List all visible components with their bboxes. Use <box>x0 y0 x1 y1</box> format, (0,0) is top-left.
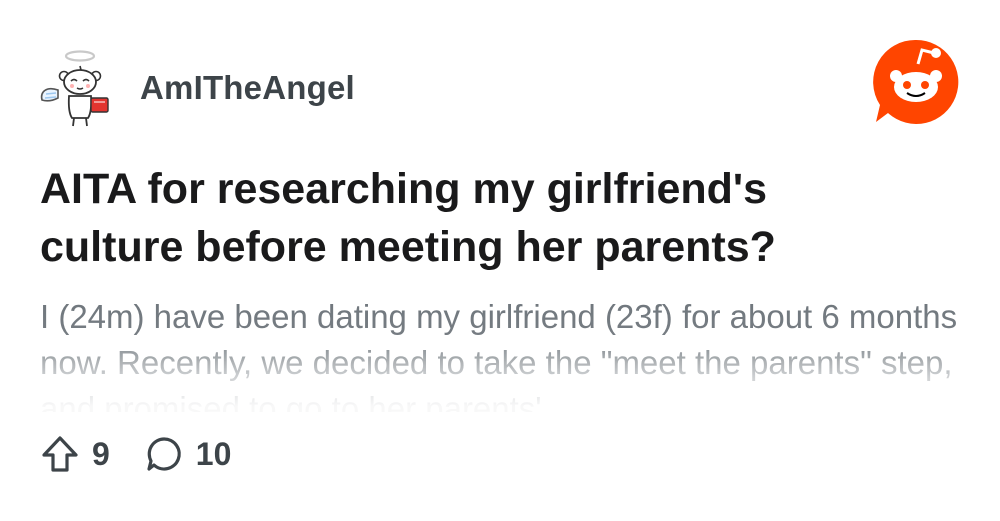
comment-count: 10 <box>195 435 232 472</box>
post-actions: 9 10 <box>40 434 265 474</box>
upvote-count: 9 <box>92 435 110 472</box>
post-title[interactable]: AITA for researching my girlfriend's cul… <box>40 160 920 276</box>
username[interactable]: AmITheAngel <box>140 69 355 107</box>
avatar-angel-snoo-icon[interactable] <box>36 44 124 132</box>
post-excerpt-container: I (24m) have been dating my girlfriend (… <box>40 294 970 412</box>
comments-button[interactable]: 10 <box>144 434 232 474</box>
post-excerpt: I (24m) have been dating my girlfriend (… <box>40 298 958 412</box>
post-card[interactable]: AmITheAngel AITA for researching my girl… <box>0 0 1000 521</box>
comment-bubble-icon <box>147 437 181 471</box>
post-header: AmITheAngel <box>36 44 355 132</box>
upvote-button[interactable]: 9 <box>40 434 110 474</box>
reddit-logo-icon[interactable] <box>870 36 962 128</box>
upvote-arrow-icon <box>42 436 78 472</box>
